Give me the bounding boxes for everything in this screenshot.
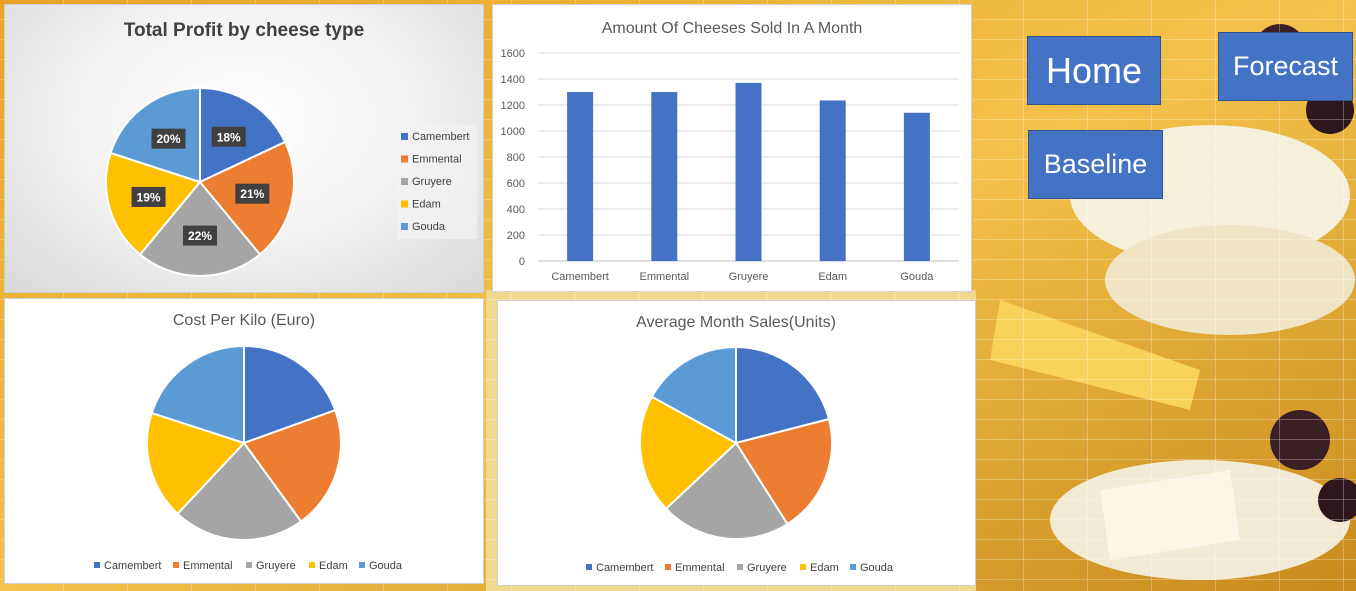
legend-swatch-camembert: [94, 562, 100, 568]
legend-swatch-gruyere: [737, 564, 743, 570]
y-tick-label: 600: [507, 178, 525, 190]
data-label-emmental: 21%: [240, 187, 264, 201]
legend-swatch-gruyere: [246, 562, 252, 568]
legend-swatch-emmental: [665, 564, 671, 570]
legend-item-gouda: Gouda: [860, 562, 894, 574]
legend-swatch-gruyere: [401, 178, 408, 185]
legend-swatch-emmental: [401, 155, 408, 163]
data-label-gouda: 20%: [156, 132, 180, 146]
legend-item-camembert: Camembert: [596, 562, 653, 574]
chart-title: Cost Per Kilo (Euro): [173, 312, 315, 329]
legend-swatch-edam: [800, 564, 806, 570]
y-tick-label: 1600: [501, 48, 525, 60]
legend-item-gruyere: Gruyere: [747, 562, 787, 574]
chart-title: Total Profit by cheese type: [124, 20, 364, 41]
x-tick-label: Camembert: [551, 271, 608, 283]
cheeses-sold-chart[interactable]: Amount Of Cheeses Sold In A Month 0 200 40…: [492, 4, 972, 292]
x-tick-label: Gruyere: [729, 271, 769, 283]
y-tick-label: 200: [507, 230, 525, 242]
legend-swatch-emmental: [173, 562, 179, 568]
total-profit-chart[interactable]: Total Profit by cheese type 18% 21% 22% 19%…: [4, 4, 484, 293]
y-tick-label: 1400: [501, 74, 525, 86]
y-tick-label: 400: [507, 204, 525, 216]
x-tick-label: Emmental: [640, 271, 690, 283]
data-label-camembert: 18%: [217, 130, 241, 144]
cost-per-kilo-chart[interactable]: Cost Per Kilo (Euro) Camembert Emmental Gr…: [4, 298, 484, 584]
cost-per-kilo-svg: Cost Per Kilo (Euro) Camembert Emmental Gr…: [94, 312, 403, 572]
chart-title: Amount Of Cheeses Sold In A Month: [602, 20, 863, 37]
legend-item-edam: Edam: [319, 560, 348, 572]
legend-swatch-camembert: [586, 564, 592, 570]
average-month-sales-chart[interactable]: Average Month Sales(Units) Camembert Emme…: [497, 300, 976, 586]
legend-swatch-edam: [309, 562, 315, 568]
chart-title: Average Month Sales(Units): [636, 314, 836, 331]
legend-item-emmental: Emmental: [183, 560, 233, 572]
x-tick-label: Edam: [818, 271, 847, 283]
legend-item-gouda: Gouda: [369, 560, 403, 572]
bar-edam[interactable]: [819, 100, 846, 261]
average-month-sales-svg: Average Month Sales(Units) Camembert Emme…: [586, 314, 894, 574]
y-tick-label: 800: [507, 152, 525, 164]
y-tick-label: 1200: [501, 100, 525, 112]
bar-emmental[interactable]: [651, 92, 678, 261]
legend-swatch-gouda: [359, 562, 365, 568]
legend-swatch-gouda: [401, 223, 408, 230]
y-tick-label: 0: [519, 256, 525, 268]
bar-gruyere[interactable]: [735, 82, 762, 262]
legend-item-emmental: Emmental: [412, 154, 462, 166]
legend-item-emmental: Emmental: [675, 562, 725, 574]
x-tick-label: Gouda: [900, 271, 934, 283]
data-label-gruyere: 22%: [188, 229, 212, 243]
y-tick-label: 1000: [501, 126, 525, 138]
legend-swatch-camembert: [401, 133, 408, 140]
legend-swatch-gouda: [850, 564, 856, 570]
legend-item-camembert: Camembert: [412, 131, 469, 143]
legend-item-gruyere: Gruyere: [412, 176, 452, 188]
legend-item-edam: Edam: [810, 562, 839, 574]
data-label-edam: 19%: [137, 190, 161, 204]
total-profit-svg: Total Profit by cheese type 18% 21% 22% 19%…: [105, 20, 477, 277]
legend-swatch-edam: [401, 200, 408, 208]
home-button[interactable]: Home: [1027, 36, 1161, 105]
baseline-button[interactable]: Baseline: [1028, 130, 1163, 199]
bar-gouda[interactable]: [903, 112, 930, 261]
legend-item-edam: Edam: [412, 199, 441, 211]
legend-item-camembert: Camembert: [104, 560, 161, 572]
bar-camembert[interactable]: [567, 92, 594, 261]
cheeses-sold-svg: Amount Of Cheeses Sold In A Month 0 200 40…: [501, 20, 959, 283]
forecast-button[interactable]: Forecast: [1218, 32, 1353, 101]
legend-item-gouda: Gouda: [412, 221, 446, 233]
legend-item-gruyere: Gruyere: [256, 560, 296, 572]
